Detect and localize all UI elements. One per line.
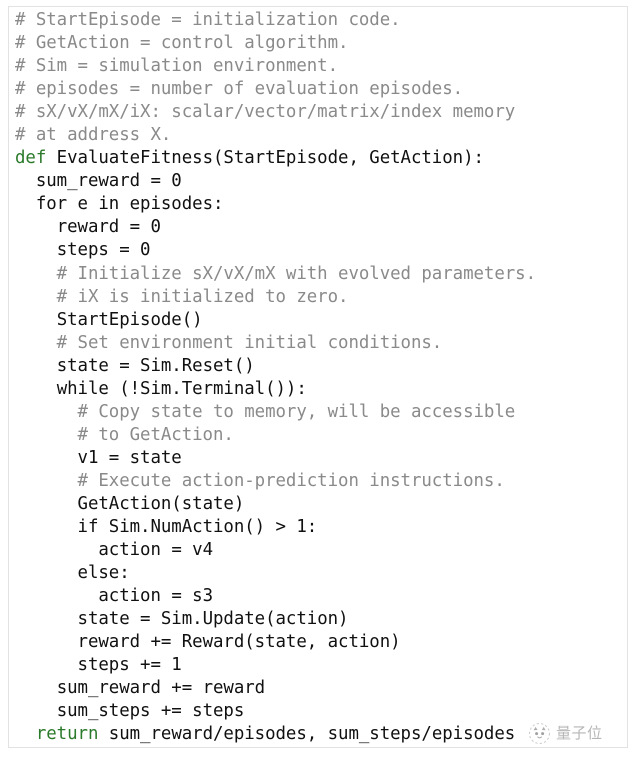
code-text: sum_steps += steps [56,701,245,722]
code-line: v1 = state [15,447,627,470]
code-line: state = Sim.Update(action) [15,608,627,631]
code-text: StartEpisode() [56,309,203,330]
code-line: for e in episodes: [15,193,627,216]
code-text: action = v4 [98,540,213,561]
code-line: # sX/vX/mX/iX: scalar/vector/matrix/inde… [15,101,627,124]
code-line: def EvaluateFitness(StartEpisode, GetAct… [15,147,627,170]
code-comment: # GetAction = control algorithm. [15,33,349,54]
code-comment: # Execute action-prediction instructions… [15,470,505,491]
code-line: # Initialize sX/vX/mX with evolved param… [15,263,627,286]
code-line: sum_reward = 0 [15,170,627,193]
code-text: EvaluateFitness(StartEpisode, GetAction)… [46,148,484,169]
code-text: sum_reward = 0 [35,171,182,192]
code-line: # episodes = number of evaluation episod… [15,78,627,101]
code-comment: # episodes = number of evaluation episod… [15,79,464,100]
code-keyword: return [35,724,99,745]
code-text: sum_reward += reward [56,678,266,699]
code-text: for e in episodes: [35,194,224,215]
code-line: # Set environment initial conditions. [15,332,627,355]
code-line: sum_steps += steps [15,700,627,723]
code-text: sum_reward/episodes, sum_steps/episodes [98,724,516,745]
code-line: reward = 0 [15,216,627,239]
code-keyword: def [15,148,47,169]
code-comment: # to GetAction. [15,424,234,445]
code-comment: # at address X. [15,125,172,146]
code-text: while (!Sim.Terminal()): [56,378,307,399]
code-line: # GetAction = control algorithm. [15,32,627,55]
code-comment: # StartEpisode = initialization code. [15,10,401,30]
code-listing-box: # StartEpisode = initialization code. # G… [8,6,628,748]
code-text: action = s3 [98,586,213,607]
code-figure: # StartEpisode = initialization code. # G… [0,0,640,765]
code-line: while (!Sim.Terminal()): [15,378,627,401]
code-text: reward += Reward(state, action) [77,632,401,653]
code-line: # StartEpisode = initialization code. [15,9,627,32]
code-text: GetAction(state) [77,493,245,514]
code-text: if Sim.NumAction() > 1: [77,517,318,538]
code-comment: # Initialize sX/vX/mX with evolved param… [15,263,537,284]
code-text: steps = 0 [56,240,151,261]
code-listing: # StartEpisode = initialization code. # G… [15,9,627,747]
code-line: steps += 1 [15,654,627,677]
code-text: v1 = state [77,447,182,468]
code-line: action = s3 [15,585,627,608]
code-comment: # iX is initialized to zero. [15,286,349,307]
code-comment: # sX/vX/mX/iX: scalar/vector/matrix/inde… [15,102,516,123]
code-line: # Sim = simulation environment. [15,55,627,78]
code-line: StartEpisode() [15,309,627,332]
code-text: else: [77,563,130,584]
code-comment: # Sim = simulation environment. [15,56,339,77]
code-line: # Copy state to memory, will be accessib… [15,401,627,424]
code-line: steps = 0 [15,239,627,262]
code-text: steps += 1 [77,655,182,676]
code-text: reward = 0 [56,217,161,238]
code-line: # at address X. [15,124,627,147]
code-line: # to GetAction. [15,424,627,447]
code-line: if Sim.NumAction() > 1: [15,516,627,539]
code-text: state = Sim.Update(action) [77,609,349,630]
code-comment: # Set environment initial conditions. [15,332,443,353]
code-line: else: [15,562,627,585]
code-line: # Execute action-prediction instructions… [15,470,627,493]
code-text: state = Sim.Reset() [56,355,255,376]
code-line: GetAction(state) [15,493,627,516]
code-line: reward += Reward(state, action) [15,631,627,654]
code-line: return sum_reward/episodes, sum_steps/ep… [15,723,627,746]
code-line: state = Sim.Reset() [15,355,627,378]
code-line: # iX is initialized to zero. [15,286,627,309]
code-line: sum_reward += reward [15,677,627,700]
code-line: action = v4 [15,539,627,562]
code-comment: # Copy state to memory, will be accessib… [15,401,516,422]
